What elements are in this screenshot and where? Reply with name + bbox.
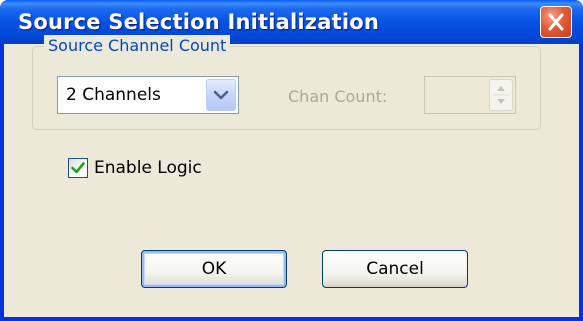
- cancel-button[interactable]: Cancel: [322, 250, 468, 288]
- chan-count-spinner[interactable]: [489, 79, 513, 111]
- dialog-window: Source Selection Initialization Source C…: [0, 0, 583, 321]
- enable-logic-label[interactable]: Enable Logic: [94, 157, 202, 179]
- channels-dropdown-value: 2 Channels: [66, 85, 161, 105]
- close-button[interactable]: [540, 6, 572, 38]
- ok-button[interactable]: OK: [141, 250, 287, 288]
- spin-up-down-icon: [493, 86, 509, 104]
- chan-count-label: Chan Count:: [288, 87, 388, 106]
- group-legend: Source Channel Count: [44, 35, 231, 57]
- dialog-title: Source Selection Initialization: [18, 10, 380, 34]
- close-icon: [548, 13, 564, 31]
- chan-count-input[interactable]: [424, 76, 516, 114]
- channels-dropdown[interactable]: 2 Channels: [57, 76, 239, 114]
- chevron-down-icon: [213, 90, 229, 100]
- enable-logic-checkbox[interactable]: [68, 158, 88, 178]
- checkmark-icon: [71, 162, 85, 174]
- channels-dropdown-arrow[interactable]: [206, 79, 236, 111]
